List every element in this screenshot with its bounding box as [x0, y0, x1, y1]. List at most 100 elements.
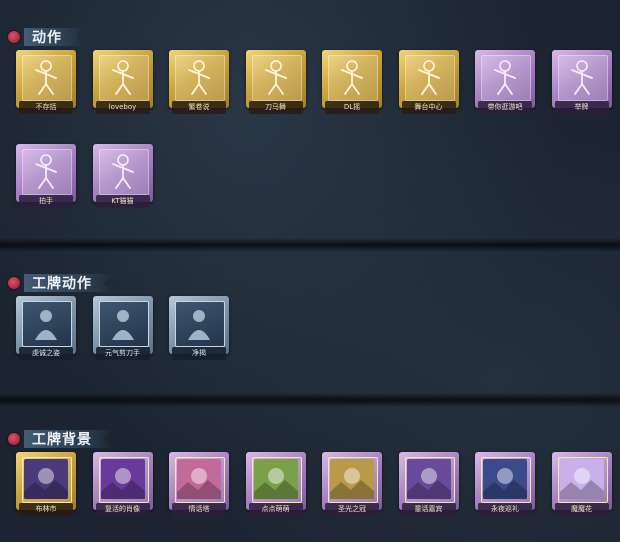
card-background-item[interactable]: 圣光之冠: [322, 452, 382, 520]
section-title: 工牌动作: [32, 276, 92, 292]
action-item[interactable]: 拍手: [16, 144, 76, 212]
action-label: KT猫猫: [95, 195, 150, 208]
card-action-item[interactable]: 净揭: [169, 296, 229, 364]
section-divider: [0, 393, 620, 407]
action-item[interactable]: 舞台中心: [398, 50, 459, 118]
section-card-actions: 工牌动作 虔诚之姿 元气剪刀手 净揭: [0, 272, 620, 382]
card-background-item[interactable]: 童话嘉宾: [398, 452, 459, 520]
card-background-item[interactable]: 情话塔: [169, 452, 229, 520]
action-label: 带你逛游吧: [478, 101, 532, 114]
seal-icon: [8, 433, 20, 445]
seal-icon: [8, 277, 20, 289]
flower-card-icon: [558, 457, 606, 501]
card-background-item[interactable]: 布林市: [16, 452, 76, 520]
portrait-card-icon: [99, 457, 147, 501]
section-title: 工牌背景: [32, 432, 92, 448]
section-card-backgrounds: 工牌背景 布林市 复活的肖像 情话塔 点点萌萌 圣光之冠 童话嘉宾 永夜巡礼 魔魔花: [0, 428, 620, 538]
card-background-label: 永夜巡礼: [478, 503, 532, 516]
dance-pose-icon: [22, 55, 70, 99]
card-background-card: [322, 452, 382, 510]
tower-card-icon: [175, 457, 223, 501]
section-actions: 动作 不存括 loveboy 繁卷说 刀马舞 DL摇 舞台中心 带你逛游吧 举牌拍手 KT猫猫: [0, 26, 620, 226]
section-header: 工牌动作: [8, 272, 114, 294]
card-background-card: [169, 452, 229, 510]
action-label: 举牌: [554, 101, 609, 114]
section-title: 动作: [32, 30, 62, 46]
card-background-item[interactable]: 魔魔花: [551, 452, 612, 520]
action-card: [92, 50, 153, 108]
cat-pose-icon: [99, 149, 147, 193]
action-label: DL摇: [325, 101, 379, 114]
stage-center-icon: [405, 55, 453, 99]
card-action-label: 净揭: [172, 347, 226, 360]
card-background-card: [92, 452, 153, 510]
card-action-card: [16, 296, 76, 354]
city-card-icon: [22, 457, 70, 501]
clap-icon: [22, 149, 70, 193]
card-background-card: [16, 452, 76, 510]
action-label: 繁卷说: [172, 101, 226, 114]
card-background-item[interactable]: 复活的肖像: [92, 452, 153, 520]
card-background-card: [475, 452, 535, 510]
action-card: [169, 50, 229, 108]
card-background-label: 布林市: [19, 503, 73, 516]
card-background-item[interactable]: 永夜巡礼: [475, 452, 535, 520]
crown-card-icon: [328, 457, 376, 501]
action-label: 不存括: [19, 101, 73, 114]
card-background-label: 圣光之冠: [325, 503, 379, 516]
sword-dance-icon: [252, 55, 300, 99]
sign-raise-icon: [558, 55, 606, 99]
card-background-card: [245, 452, 306, 510]
action-item[interactable]: 不存括: [16, 50, 76, 118]
section-header: 工牌背景: [8, 428, 114, 450]
card-action-item[interactable]: 虔诚之姿: [16, 296, 76, 364]
shake-pose-icon: [328, 55, 376, 99]
action-card: [551, 50, 612, 108]
action-card: [398, 50, 459, 108]
action-card: [322, 50, 382, 108]
seal-icon: [8, 31, 20, 43]
sway-pose-icon: [175, 55, 223, 99]
action-label: loveboy: [95, 101, 150, 114]
action-card: [16, 144, 76, 202]
action-item[interactable]: DL摇: [322, 50, 382, 118]
action-item[interactable]: 带你逛游吧: [475, 50, 535, 118]
card-background-label: 复活的肖像: [95, 503, 150, 516]
card-action-grid: 虔诚之姿 元气剪刀手 净揭: [16, 296, 612, 364]
card-action-label: 元气剪刀手: [95, 347, 150, 360]
card-action-card: [92, 296, 153, 354]
card-action-label: 虔诚之姿: [19, 347, 73, 360]
action-item[interactable]: loveboy: [92, 50, 153, 118]
section-header: 动作: [8, 26, 84, 48]
card-background-label: 点点萌萌: [248, 503, 303, 516]
card-background-label: 情话塔: [172, 503, 226, 516]
action-card: [245, 50, 306, 108]
reveal-card-icon: [175, 301, 223, 345]
section-divider: [0, 238, 620, 252]
action-label: 拍手: [19, 195, 73, 208]
action-item[interactable]: KT猫猫: [92, 144, 153, 212]
card-action-item[interactable]: 元气剪刀手: [92, 296, 153, 364]
card-background-grid: 布林市 复活的肖像 情话塔 点点萌萌 圣光之冠 童话嘉宾 永夜巡礼 魔魔花: [16, 452, 612, 520]
action-card: [16, 50, 76, 108]
action-item[interactable]: 举牌: [551, 50, 612, 118]
action-label: 舞台中心: [401, 101, 456, 114]
card-action-card: [169, 296, 229, 354]
night-card-icon: [481, 457, 529, 501]
action-label: 刀马舞: [248, 101, 303, 114]
action-item[interactable]: 刀马舞: [245, 50, 306, 118]
heart-pose-icon: [99, 55, 147, 99]
card-background-label: 魔魔花: [554, 503, 609, 516]
prayer-card-icon: [22, 301, 70, 345]
wave-pose-icon: [481, 55, 529, 99]
card-background-item[interactable]: 点点萌萌: [245, 452, 306, 520]
curtain-card-icon: [405, 457, 453, 501]
card-background-card: [551, 452, 612, 510]
card-background-card: [398, 452, 459, 510]
peace-sign-card-icon: [99, 301, 147, 345]
action-card: [92, 144, 153, 202]
action-grid: 不存括 loveboy 繁卷说 刀马舞 DL摇 舞台中心 带你逛游吧 举牌拍手 KT猫猫: [16, 50, 612, 212]
card-background-label: 童话嘉宾: [401, 503, 456, 516]
action-item[interactable]: 繁卷说: [169, 50, 229, 118]
sparkle-card-icon: [252, 457, 300, 501]
